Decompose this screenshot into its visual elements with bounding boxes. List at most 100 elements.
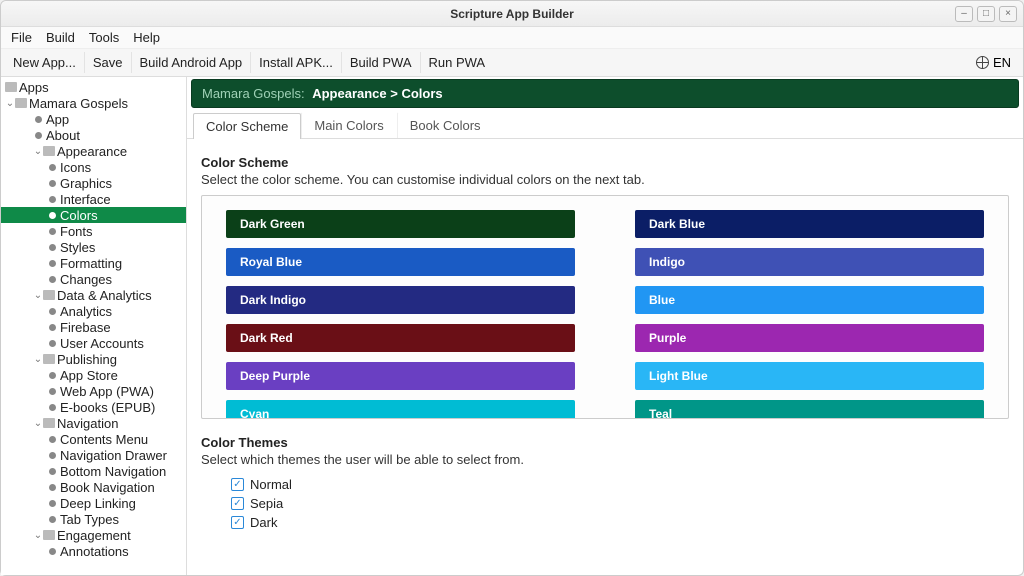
color-scheme-teal[interactable]: Teal	[635, 400, 984, 419]
menu-file[interactable]: File	[11, 30, 32, 45]
chevron-down-icon: ⌄	[33, 418, 43, 429]
folder-icon	[15, 98, 27, 108]
tree-item-bottom-navigation[interactable]: Bottom Navigation	[1, 463, 186, 479]
tree-item-book-navigation[interactable]: Book Navigation	[1, 479, 186, 495]
tree-item-data-analytics[interactable]: ⌄Data & Analytics	[1, 287, 186, 303]
bullet-icon	[35, 132, 42, 139]
chevron-down-icon: ⌄	[33, 290, 43, 301]
tree-item-deep-linking[interactable]: Deep Linking	[1, 495, 186, 511]
tree-item-user-accounts[interactable]: User Accounts	[1, 335, 186, 351]
menu-help[interactable]: Help	[133, 30, 160, 45]
color-scheme-desc: Select the color scheme. You can customi…	[201, 172, 1009, 187]
tree-item-app-store[interactable]: App Store	[1, 367, 186, 383]
color-scheme-blue[interactable]: Blue	[635, 286, 984, 314]
tree-item-navigation[interactable]: ⌄Navigation	[1, 415, 186, 431]
content-pane: Mamara Gospels: Appearance > Colors Colo…	[187, 77, 1023, 575]
color-scheme-indigo[interactable]: Indigo	[635, 248, 984, 276]
checkbox-icon: ✓	[231, 497, 244, 510]
toolbar-run-pwa[interactable]: Run PWA	[421, 52, 494, 73]
bullet-icon	[49, 212, 56, 219]
color-themes-desc: Select which themes the user will be abl…	[201, 452, 1009, 467]
tree-item-publishing[interactable]: ⌄Publishing	[1, 351, 186, 367]
tree-item-web-app-pwa-[interactable]: Web App (PWA)	[1, 383, 186, 399]
tree-item-app[interactable]: App	[1, 111, 186, 127]
color-scheme-title: Color Scheme	[201, 155, 1009, 170]
window-title: Scripture App Builder	[450, 7, 574, 21]
color-scheme-dark-indigo[interactable]: Dark Indigo	[226, 286, 575, 314]
bullet-icon	[49, 436, 56, 443]
tree-item-about[interactable]: About	[1, 127, 186, 143]
bullet-icon	[35, 116, 42, 123]
sidebar: Apps⌄Mamara GospelsAppAbout⌄AppearanceIc…	[1, 77, 187, 575]
tree-item-tab-types[interactable]: Tab Types	[1, 511, 186, 527]
toolbar-build-android-app[interactable]: Build Android App	[132, 52, 252, 73]
chevron-down-icon: ⌄	[33, 146, 43, 157]
tree-item-appearance[interactable]: ⌄Appearance	[1, 143, 186, 159]
toolbar: New App...SaveBuild Android AppInstall A…	[1, 49, 1023, 77]
color-scheme-dark-blue[interactable]: Dark Blue	[635, 210, 984, 238]
color-scheme-dark-green[interactable]: Dark Green	[226, 210, 575, 238]
tree-item-navigation-drawer[interactable]: Navigation Drawer	[1, 447, 186, 463]
tree-item-analytics[interactable]: Analytics	[1, 303, 186, 319]
menu-tools[interactable]: Tools	[89, 30, 119, 45]
bullet-icon	[49, 548, 56, 555]
toolbar-build-pwa[interactable]: Build PWA	[342, 52, 421, 73]
bullet-icon	[49, 196, 56, 203]
tree-item-fonts[interactable]: Fonts	[1, 223, 186, 239]
color-scheme-light-blue[interactable]: Light Blue	[635, 362, 984, 390]
toolbar-install-apk-[interactable]: Install APK...	[251, 52, 342, 73]
theme-option-dark[interactable]: ✓Dark	[201, 513, 1009, 532]
tree-item-firebase[interactable]: Firebase	[1, 319, 186, 335]
toolbar-save[interactable]: Save	[85, 52, 132, 73]
theme-option-sepia[interactable]: ✓Sepia	[201, 494, 1009, 513]
breadcrumb-app: Mamara Gospels:	[202, 86, 305, 101]
bullet-icon	[49, 276, 56, 283]
tree-item-annotations[interactable]: Annotations	[1, 543, 186, 559]
tree-item-engagement[interactable]: ⌄Engagement	[1, 527, 186, 543]
bullet-icon	[49, 388, 56, 395]
tree-item-contents-menu[interactable]: Contents Menu	[1, 431, 186, 447]
breadcrumb-path: Appearance > Colors	[312, 86, 442, 101]
color-scheme-purple[interactable]: Purple	[635, 324, 984, 352]
tree-item-formatting[interactable]: Formatting	[1, 255, 186, 271]
bullet-icon	[49, 164, 56, 171]
tree-item-icons[interactable]: Icons	[1, 159, 186, 175]
chevron-down-icon: ⌄	[5, 98, 15, 109]
color-scheme-cyan[interactable]: Cyan	[226, 400, 575, 419]
tree-root-apps[interactable]: Apps	[1, 79, 186, 95]
toolbar-new-app-[interactable]: New App...	[5, 52, 85, 73]
tree-item-styles[interactable]: Styles	[1, 239, 186, 255]
color-scheme-deep-purple[interactable]: Deep Purple	[226, 362, 575, 390]
globe-icon	[976, 56, 989, 69]
app-window: Scripture App Builder – □ × File Build Too…	[0, 0, 1024, 576]
checkbox-icon: ✓	[231, 516, 244, 529]
chevron-down-icon: ⌄	[33, 530, 43, 541]
main-panel: Color Scheme Select the color scheme. Yo…	[187, 139, 1023, 575]
theme-option-normal[interactable]: ✓Normal	[201, 475, 1009, 494]
tree-item-changes[interactable]: Changes	[1, 271, 186, 287]
minimize-button[interactable]: –	[955, 6, 973, 22]
tree-item-interface[interactable]: Interface	[1, 191, 186, 207]
maximize-button[interactable]: □	[977, 6, 995, 22]
menubar: File Build Tools Help	[1, 27, 1023, 49]
bullet-icon	[49, 324, 56, 331]
tree-item-graphics[interactable]: Graphics	[1, 175, 186, 191]
menu-build[interactable]: Build	[46, 30, 75, 45]
bullet-icon	[49, 484, 56, 491]
tree-item-e-books-epub-[interactable]: E-books (EPUB)	[1, 399, 186, 415]
tree-app[interactable]: ⌄Mamara Gospels	[1, 95, 186, 111]
folder-icon	[43, 418, 55, 428]
color-scheme-dark-red[interactable]: Dark Red	[226, 324, 575, 352]
folder-icon	[43, 290, 55, 300]
breadcrumb: Mamara Gospels: Appearance > Colors	[191, 79, 1019, 108]
tree-item-colors[interactable]: Colors	[1, 207, 186, 223]
tab-book-colors[interactable]: Book Colors	[397, 112, 494, 138]
color-scheme-grid: Dark Green Dark Blue Royal Blue Indigo Dark …	[201, 195, 1009, 419]
bullet-icon	[49, 452, 56, 459]
tab-main-colors[interactable]: Main Colors	[301, 112, 396, 138]
close-button[interactable]: ×	[999, 6, 1017, 22]
tab-color-scheme[interactable]: Color Scheme	[193, 113, 301, 139]
bullet-icon	[49, 308, 56, 315]
color-scheme-royal-blue[interactable]: Royal Blue	[226, 248, 575, 276]
language-switcher[interactable]: EN	[968, 52, 1019, 73]
